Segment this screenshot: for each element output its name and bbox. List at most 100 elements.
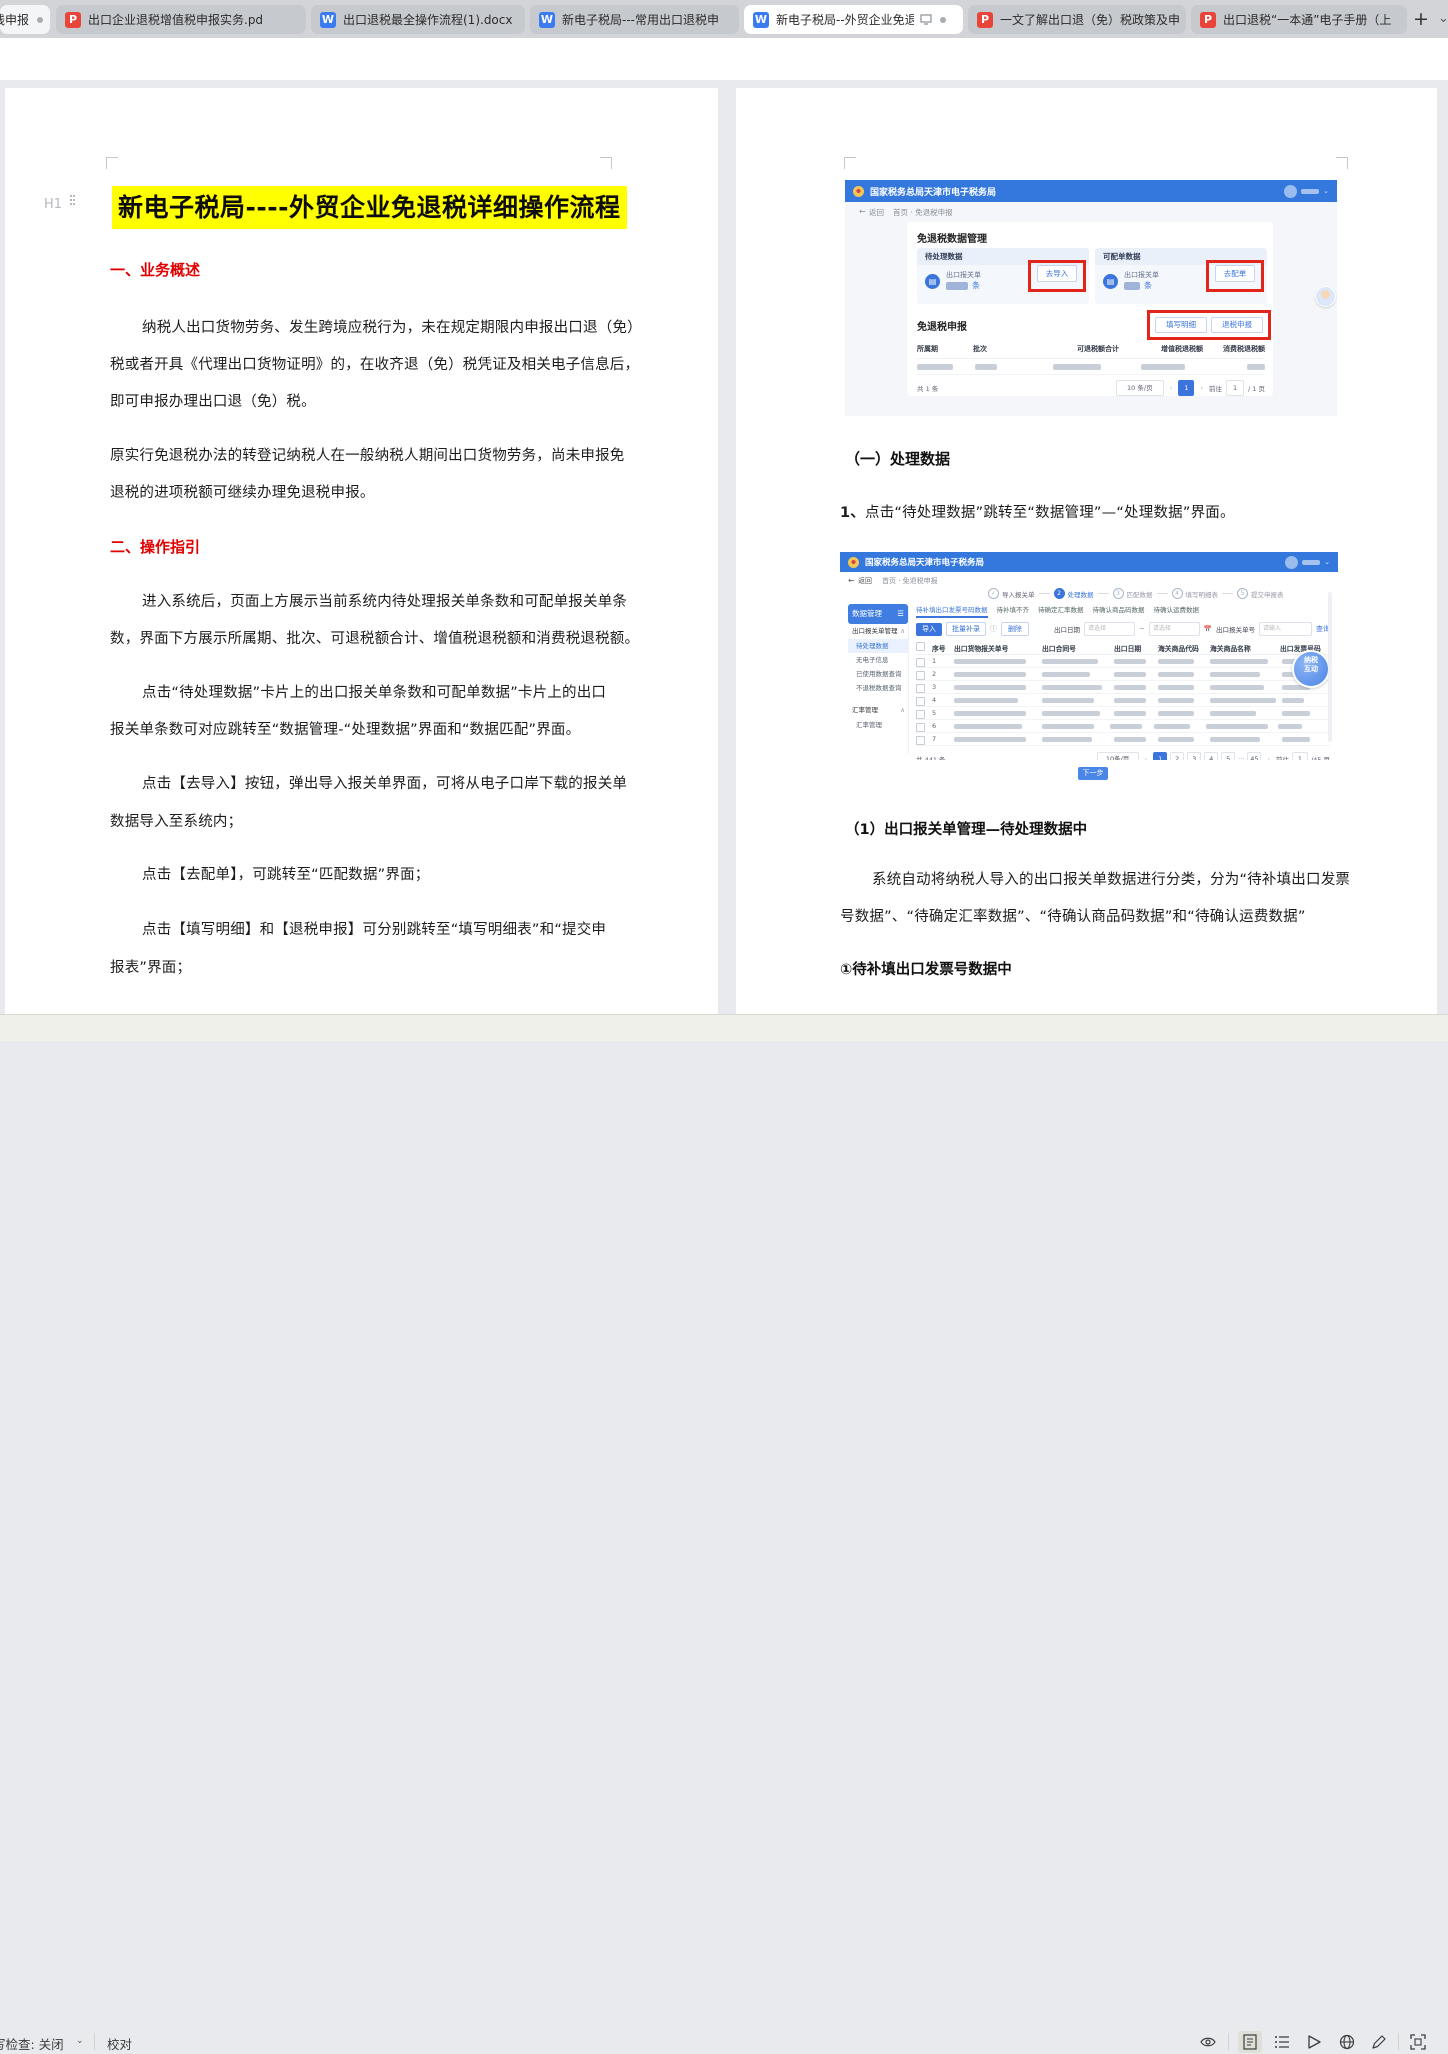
proofread-button[interactable]: 校对: [107, 2034, 132, 2053]
category-tab: 待确认商品码数据: [1093, 604, 1145, 618]
spellcheck-toggle[interactable]: 写检查: 关闭: [0, 2034, 64, 2053]
document-tab-active[interactable]: W 新电子税局--外贸企业免退: [744, 5, 963, 34]
menu-icon: ☰: [897, 604, 904, 624]
portal-panel: 免退税数据管理 待处理数据 ▤ 出口报关单 条 去导入 可配单数据 ▤ 出口报关…: [907, 222, 1273, 396]
page-number: 3: [1187, 752, 1201, 760]
ribbon-toolbar: ▾ ⌄ 开始 插入 页面 引用 审阅 视图 工具 会员专享 WPS AI: [0, 38, 1448, 81]
table-row-redacted: 2: [916, 668, 1330, 681]
step-number-icon: 3: [1113, 588, 1124, 599]
sidebar-item-active: 待处理数据: [848, 639, 908, 653]
document-tab[interactable]: 线申报: [0, 5, 50, 34]
total-count: 共 1 条: [917, 383, 938, 393]
portal-toolbar: 导入 批量补录 ⓘ 删除 出口日期 请选择 ~ 请选择 📅 出口报关单号 请输入…: [916, 622, 1330, 636]
declaration-doc-icon: ▤: [1103, 274, 1118, 289]
new-tab-button[interactable]: +: [1413, 8, 1429, 30]
date-to-input: 请选择: [1149, 622, 1200, 636]
tab-title: 线申报: [0, 11, 29, 28]
document-tab[interactable]: P 一文了解出口退（免）税政策及申: [968, 5, 1186, 34]
step-text: 点击“待处理数据”跳转至“数据管理”—“处理数据”界面。: [865, 505, 1235, 521]
word-file-icon: W: [753, 12, 769, 28]
body-line: 原实行免退税办法的转登记纳税人在一般纳税人期间出口货物劳务，尚未申报免: [110, 444, 625, 465]
delete-button: 删除: [1001, 622, 1029, 636]
word-file-icon: W: [320, 12, 336, 28]
column-header: 出口货物报关单号: [954, 643, 1042, 653]
document-title-highlighted: 新电子税局----外贸企业免退税详细操作流程: [112, 186, 627, 229]
document-tab[interactable]: W 新电子税局---常用出口退税申: [530, 5, 739, 34]
step-active: 2处理数据: [1054, 588, 1094, 599]
pdf-file-icon: P: [1200, 12, 1216, 28]
declaration-no-input: 请输入: [1259, 622, 1312, 636]
tab-list-chevron-icon[interactable]: ⌄: [1438, 11, 1448, 26]
column-header: 增值税退税额: [1119, 344, 1203, 354]
mascot-label: 纳税互动: [1303, 656, 1319, 674]
portal-title: 国家税务总局天津市电子税务局: [865, 556, 984, 568]
spellcheck-chevron-icon[interactable]: ⌄: [76, 2036, 84, 2046]
page-number-active: 1: [1153, 752, 1167, 760]
refund-declare-button: 退税申报: [1211, 317, 1263, 333]
table-row-redacted: 7: [916, 733, 1330, 746]
page-number-active: 1: [1178, 380, 1194, 396]
document-tab[interactable]: P 出口企业退税增值税申报实务.pd: [56, 5, 306, 34]
monitor-icon: [920, 14, 932, 25]
step-check-icon: ✓: [988, 588, 999, 599]
collapse-icon: ∧: [900, 624, 908, 639]
sidebar-item: 不退税数据查询: [848, 681, 908, 695]
pdf-file-icon: P: [65, 12, 81, 28]
tab-title: 新电子税局--外贸企业免退: [776, 11, 914, 28]
filter-label: 出口报关单号: [1216, 624, 1255, 634]
window-tab-bar: 线申报 P 出口企业退税增值税申报实务.pd W 出口退税最全操作流程(1).d…: [0, 0, 1448, 38]
drag-handle-icon[interactable]: [70, 195, 76, 207]
back-arrow-icon: ←: [848, 576, 855, 585]
sidebar-group: 汇率管理∧: [848, 703, 908, 718]
body-line: 即可申报办理出口退（免）税。: [110, 390, 316, 411]
print-layout-view-button-active[interactable]: [1238, 2031, 1262, 2053]
status-bar: 写检查: 关闭 ⌄ 校对: [0, 1014, 1448, 1041]
table-header-row: 所属期 批次 可退税额合计 增值税退税额 消费税退税额: [917, 344, 1265, 359]
body-line: 点击【去导入】按钮，弹出导入报关单界面，可将从电子口岸下载的报关单: [142, 772, 627, 793]
page-number: 2: [1170, 752, 1184, 760]
next-page-icon: ›: [1267, 755, 1270, 760]
document-tab[interactable]: W 出口退税最全操作流程(1).docx: [311, 5, 525, 34]
pagination-row: 共 1 条 10 条/页 ‹ 1 › 前往 1 / 1 页: [917, 380, 1265, 396]
collapse-icon: ∧: [900, 703, 908, 718]
redacted-count: [1124, 282, 1140, 290]
portal-main: 待补填出口发票号码数据 待补填不齐 待确定汇率数据 待确认商品码数据 待确认运费…: [916, 604, 1330, 760]
count-unit: 条: [1144, 280, 1152, 291]
breadcrumb-back: 返回: [858, 576, 872, 586]
portal-sidebar: 数据管理☰ 出口报关单管理∧ 待处理数据 无电子信息 已使用数据查询 不退税数据…: [848, 604, 909, 754]
body-line: 点击“待处理数据”卡片上的出口报关单条数和可配单数据”卡片上的出口: [142, 681, 606, 702]
go-match-button: 去配单: [1215, 265, 1255, 282]
fit-screen-icon[interactable]: [1410, 2034, 1426, 2050]
info-icon: ⓘ: [990, 624, 997, 634]
redacted-username: [1302, 560, 1320, 565]
play-presentation-icon[interactable]: [1306, 2034, 1322, 2050]
pen-edit-icon[interactable]: [1371, 2034, 1387, 2050]
date-from-input: 请选择: [1084, 622, 1135, 636]
goto-page-input: 1: [1292, 752, 1308, 760]
annotation-red-box: 去导入: [1028, 260, 1086, 292]
step-number-icon: 5: [1237, 588, 1248, 599]
step-pending: 5提交申报表: [1237, 588, 1284, 599]
assistant-mascot-icon: [1315, 286, 1336, 307]
embedded-screenshot-tax-portal-home: 国家税务总局天津市电子税务局 ⌄ ← 返回 首页 · 免退税申报 免退税数据管理…: [845, 180, 1337, 416]
next-page-icon: ›: [1200, 384, 1203, 392]
goto-label: 前往: [1276, 754, 1289, 760]
section-heading-1: 一、业务概述: [110, 259, 200, 280]
chevron-down-icon: ⌄: [1323, 187, 1329, 195]
column-header: 可退税额合计: [1031, 344, 1119, 354]
sidebar-group: 出口报关单管理∧: [848, 624, 908, 639]
page-number: 45: [1247, 752, 1261, 760]
document-tab[interactable]: P 出口退税“一本通”电子手册（上: [1191, 5, 1407, 34]
scrollbar: [1328, 592, 1332, 742]
heading-level-badge: H1: [44, 197, 62, 212]
globe-icon[interactable]: [1339, 2034, 1355, 2050]
subsection-heading: （1）出口报关单管理—待处理数据中: [845, 818, 1087, 839]
category-tab-active: 待补填出口发票号码数据: [916, 604, 988, 618]
tax-assistant-mascot-icon: 纳税互动: [1292, 650, 1330, 688]
step-number-icon: 2: [1054, 588, 1065, 599]
body-line: 系统自动将纳税人导入的出口报关单数据进行分类，分为“待补填出口发票: [872, 868, 1350, 889]
outline-view-icon[interactable]: [1274, 2034, 1290, 2050]
eye-icon[interactable]: [1200, 2034, 1216, 2050]
breadcrumb: 首页 · 免退税申报: [893, 207, 953, 218]
body-line: 号数据”、“待确定汇率数据”、“待确认商品码数据”和“待确认运费数据”: [840, 905, 1306, 926]
